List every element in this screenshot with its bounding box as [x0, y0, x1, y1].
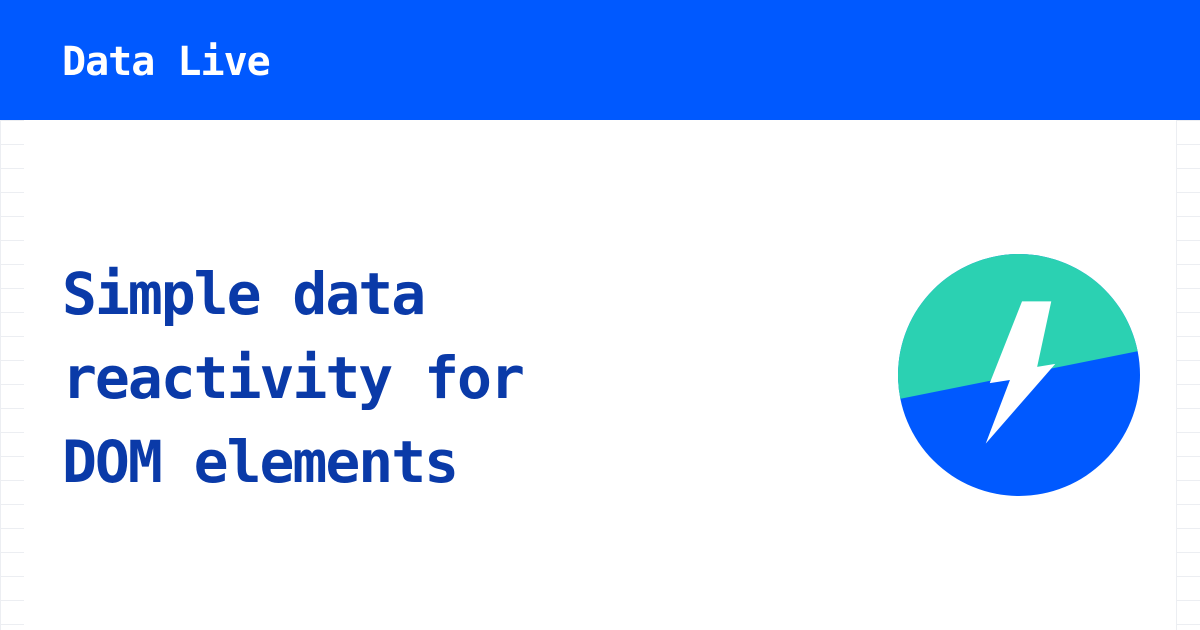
brand-title: Data Live [62, 39, 271, 85]
grid-pattern-right [1176, 120, 1200, 630]
header-bar: Data Live [0, 0, 1200, 120]
tagline: Simple data reactivity for DOM elements [62, 252, 682, 504]
grid-pattern-left [0, 120, 24, 630]
tagline-line-1: Simple data [62, 260, 426, 328]
tagline-line-3: DOM elements [62, 428, 459, 496]
logo-icon [898, 254, 1140, 496]
tagline-line-2: reactivity for [62, 344, 525, 412]
